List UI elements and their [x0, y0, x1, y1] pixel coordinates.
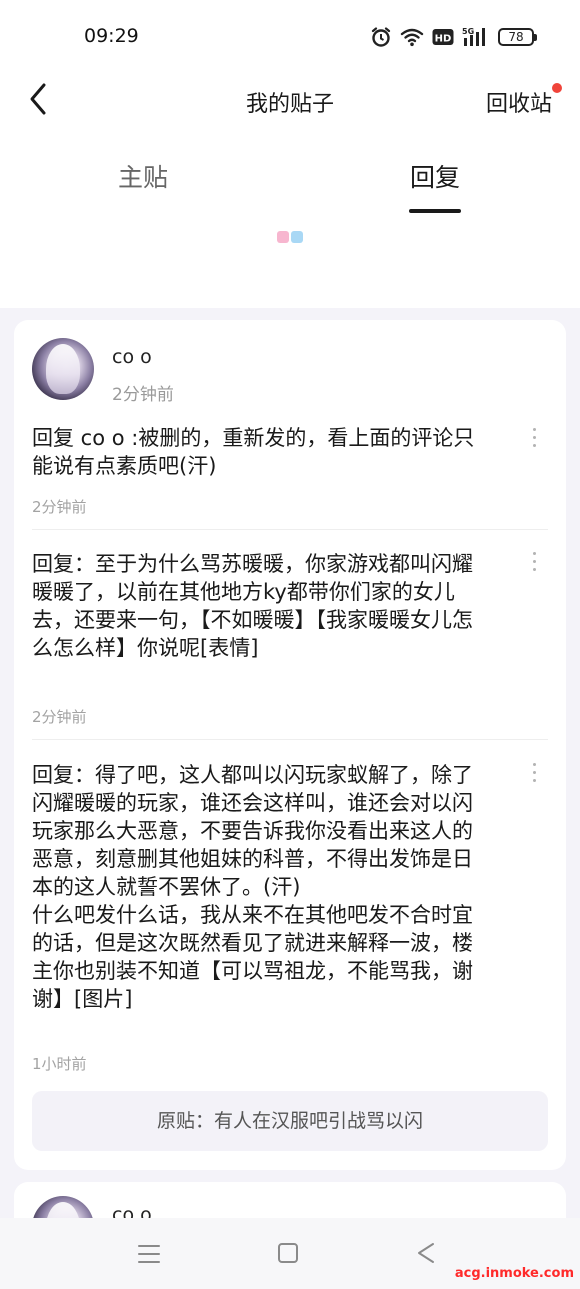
loading-dot-blue	[291, 231, 303, 243]
reply-item[interactable]: 回复：至于为什么骂苏暖暖，你家游戏都叫闪耀暖暖了，以前在其他地方ky都带你们家的…	[32, 550, 548, 730]
status-icons: HD 5G 78	[370, 26, 537, 48]
user-timestamp: 2分钟前	[112, 385, 174, 405]
recycle-bin-button[interactable]: 回收站	[486, 86, 552, 118]
reply-text: 回复：得了吧，这人都叫以闪玩家蚁解了，除了闪耀暖暖的玩家，谁还会这样叫，谁还会对…	[32, 763, 473, 1011]
watermark: acg.inmoke.com	[454, 1266, 574, 1281]
top-area: 09:29 HD 5G 78 我的贴子 回收站 主贴 回复	[0, 0, 580, 308]
reply-item[interactable]: 回复：得了吧，这人都叫以闪玩家蚁解了，除了闪耀暖暖的玩家，谁还会这样叫，谁还会对…	[32, 761, 548, 1077]
original-post-link[interactable]: 原贴：有人在汉服吧引战骂以闪	[32, 1091, 548, 1151]
network-label: 5G	[462, 27, 474, 36]
divider	[32, 529, 548, 530]
home-icon[interactable]	[278, 1243, 298, 1263]
signal-icon: 5G	[462, 27, 485, 46]
wifi-icon	[400, 28, 424, 47]
tab-replies[interactable]: 回复	[410, 158, 460, 194]
reply-item[interactable]: 回复 co o :被删的，重新发的，看上面的评论只能说有点素质吧(汗) 2分钟前	[32, 424, 548, 520]
menu-icon[interactable]	[138, 1244, 160, 1264]
reply-timestamp: 2分钟前	[32, 498, 87, 516]
status-bar: 09:29 HD 5G 78	[0, 0, 580, 72]
more-options-icon[interactable]	[526, 763, 542, 782]
hd-icon: HD	[432, 29, 454, 45]
hd-label: HD	[435, 34, 452, 45]
reply-card[interactable]: co o 2分钟前 回复 co o :被删的，重新发的，看上面的评论只能说有点素…	[14, 320, 566, 1170]
username[interactable]: co o	[112, 346, 152, 368]
more-options-icon[interactable]	[526, 428, 542, 447]
back-triangle-icon[interactable]	[416, 1242, 436, 1264]
avatar-image	[46, 344, 80, 394]
active-tab-indicator	[409, 209, 461, 213]
loading-indicator	[277, 231, 303, 243]
alarm-icon	[371, 27, 391, 47]
loading-dot-pink	[277, 231, 289, 243]
reply-timestamp: 2分钟前	[32, 708, 87, 726]
divider	[32, 739, 548, 740]
notification-badge	[552, 83, 562, 93]
more-options-icon[interactable]	[526, 552, 542, 571]
battery-icon: 78	[498, 28, 537, 46]
reply-text: 回复：至于为什么骂苏暖暖，你家游戏都叫闪耀暖暖了，以前在其他地方ky都带你们家的…	[32, 552, 473, 660]
status-time: 09:29	[84, 25, 139, 47]
avatar[interactable]	[32, 338, 94, 400]
tab-main-posts[interactable]: 主贴	[118, 158, 168, 194]
reply-timestamp: 1小时前	[32, 1055, 87, 1073]
reply-text: 回复 co o :被删的，重新发的，看上面的评论只能说有点素质吧(汗)	[32, 426, 475, 478]
